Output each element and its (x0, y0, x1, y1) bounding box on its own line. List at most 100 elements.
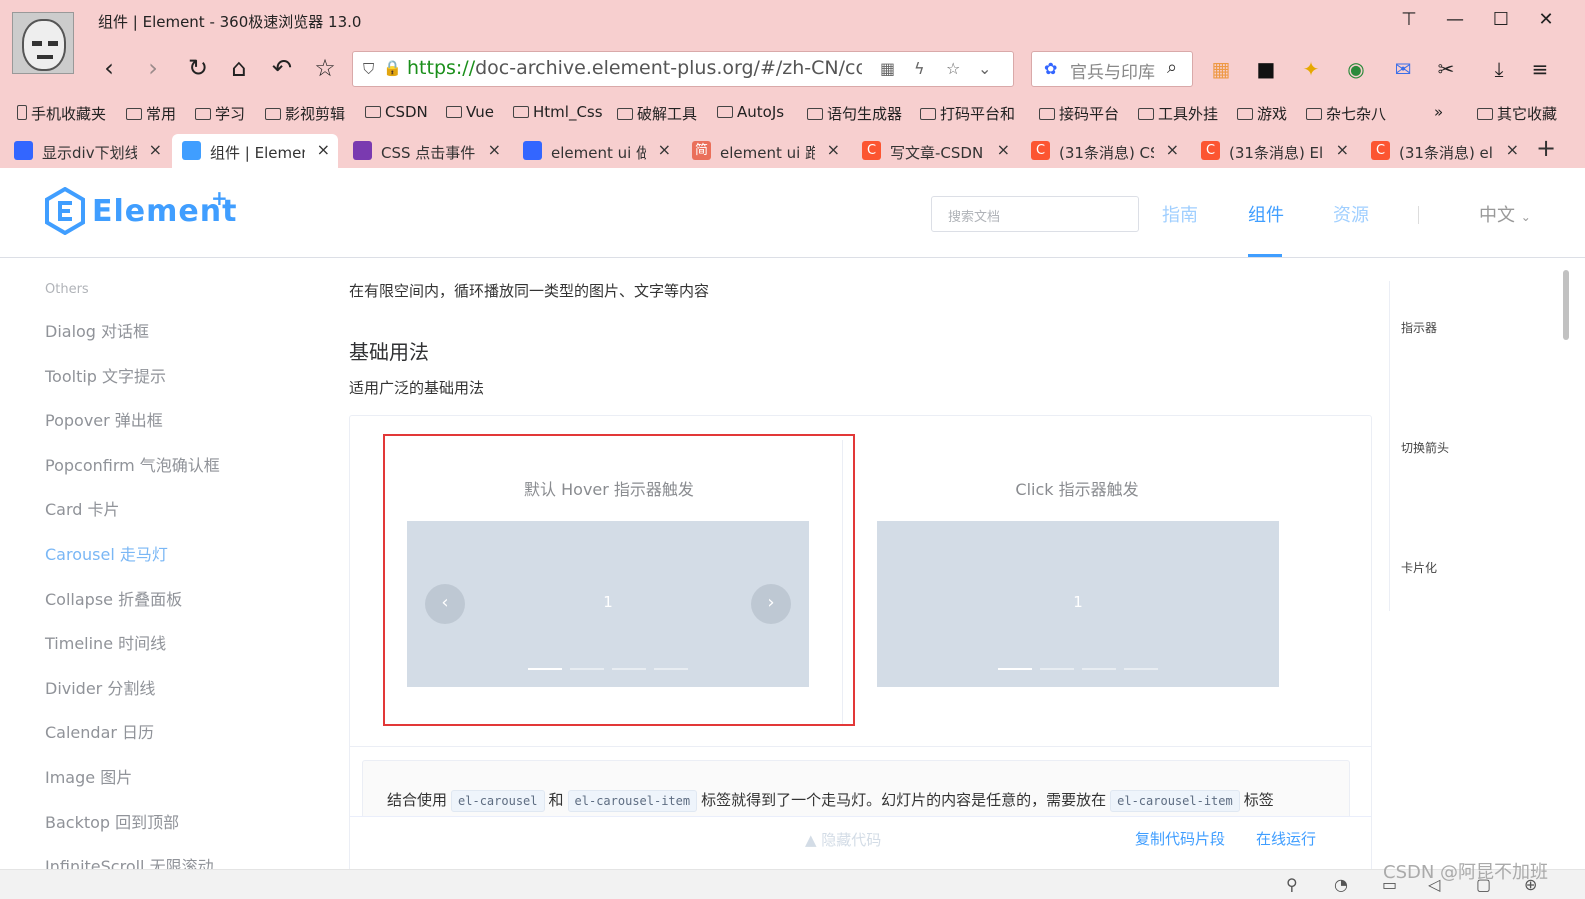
toc-item[interactable]: 切换箭头 (1401, 439, 1449, 456)
browser-search[interactable]: ✿ 官兵与印库 ⌕ (1031, 51, 1193, 87)
sidebar-item[interactable]: Backtop 回到顶部 (45, 809, 179, 833)
new-tab-icon[interactable]: + (1536, 134, 1556, 162)
lightning-icon[interactable]: ϟ (914, 59, 925, 78)
carousel-indicator[interactable] (1040, 668, 1074, 670)
bookmark-item[interactable]: 接码平台 (1039, 103, 1119, 124)
browser-tab[interactable]: C (31条消息) El × (1191, 134, 1357, 168)
sidebar-item[interactable]: Collapse 折叠面板 (45, 586, 182, 610)
bookmark-item[interactable]: 语句生成器 (807, 103, 902, 124)
sidebar-item[interactable]: Tooltip 文字提示 (45, 363, 166, 387)
sidebar-item[interactable]: Dialog 对话框 (45, 318, 149, 342)
sidebar-item[interactable]: Card 卡片 (45, 496, 120, 520)
bookmark-item[interactable]: » (1434, 103, 1443, 121)
tab-close-icon[interactable]: × (1336, 140, 1349, 159)
nav-resources[interactable]: 资源 (1333, 201, 1369, 227)
sidebar-item[interactable]: Image 图片 (45, 764, 132, 788)
sidebar-item[interactable]: Timeline 时间线 (45, 630, 166, 654)
address-bar[interactable]: ⛉ 🔒 https://doc-archive.element-plus.org… (352, 51, 1014, 87)
toc-item[interactable]: 指示器 (1401, 319, 1437, 336)
back-icon[interactable]: ‹ (92, 54, 126, 82)
menu-icon[interactable]: ≡ (1527, 56, 1553, 82)
undo-icon[interactable]: ↶ (265, 54, 299, 82)
carousel-indicator[interactable] (998, 668, 1032, 670)
tab-close-icon[interactable]: × (827, 140, 840, 159)
bookmark-item[interactable]: 其它收藏 (1477, 103, 1557, 124)
speed-icon[interactable]: ◔ (1334, 875, 1348, 894)
reload-icon[interactable]: ↻ (181, 54, 215, 82)
rocket-icon[interactable]: ⚲ (1286, 875, 1298, 894)
element-icon (182, 141, 201, 160)
mail-ext-icon[interactable]: ✉ (1390, 56, 1416, 82)
tab-close-icon[interactable]: × (1166, 140, 1179, 159)
scrollbar-thumb[interactable] (1563, 270, 1569, 340)
browser-tab[interactable]: CSS 点击事件 × (343, 134, 509, 168)
tab-close-icon[interactable]: × (317, 140, 330, 159)
favorite-star-icon[interactable]: ☆ (308, 54, 342, 82)
nav-components[interactable]: 组件 (1248, 201, 1284, 227)
bookmark-item[interactable]: AutoJs (717, 103, 784, 121)
download-icon[interactable]: ⤓ (1486, 56, 1512, 82)
url-text[interactable]: https://doc-archive.element-plus.org/#/z… (407, 57, 862, 79)
toc-item[interactable]: 卡片化 (1401, 559, 1437, 576)
bookmark-item[interactable]: 学习 (195, 103, 245, 124)
browser-tab[interactable]: C (31条消息) CS × (1021, 134, 1187, 168)
sidebar-item[interactable]: Calendar 日历 (45, 719, 154, 743)
csdn-icon: C (1371, 141, 1390, 160)
tab-close-icon[interactable]: × (149, 140, 162, 159)
browser-tab[interactable]: C 写文章-CSDN × (852, 134, 1018, 168)
bookmark-item[interactable]: 常用 (126, 103, 176, 124)
skin-icon[interactable]: ⊤ (1394, 9, 1424, 30)
search-query[interactable]: 官兵与印库 (1070, 58, 1155, 83)
chat-ext-icon[interactable]: ■ (1253, 56, 1279, 82)
minimize-icon[interactable]: — (1440, 9, 1470, 30)
tab-close-icon[interactable]: × (658, 140, 671, 159)
apps-icon[interactable]: ▦ (1208, 56, 1234, 82)
forward-icon[interactable]: › (136, 54, 170, 82)
browser-tab[interactable]: 简 element ui 跑 × (682, 134, 848, 168)
globe-ext-icon[interactable]: ◉ (1343, 56, 1369, 82)
bookmark-item[interactable]: 游戏 (1237, 103, 1287, 124)
carousel-click[interactable]: 1 (877, 521, 1279, 687)
language-select[interactable]: 中文 ⌄ (1479, 201, 1531, 227)
bookmark-item[interactable]: Html_Css (513, 103, 603, 121)
tab-close-icon[interactable]: × (488, 140, 501, 159)
nav-guide[interactable]: 指南 (1162, 201, 1198, 227)
sidebar-item[interactable]: Carousel 走马灯 (45, 541, 168, 565)
maximize-icon[interactable]: ☐ (1486, 9, 1516, 30)
search-icon[interactable]: ⌕ (1167, 57, 1177, 78)
bookmark-item[interactable]: 手机收藏夹 (17, 103, 106, 124)
dropdown-icon[interactable]: ⌄ (978, 59, 991, 78)
browser-tab[interactable]: 显示div下划线 × (4, 134, 170, 168)
carousel-indicator[interactable] (1082, 668, 1116, 670)
bookmark-item[interactable]: Vue (446, 103, 494, 121)
hide-code-button[interactable]: ▲ 隐藏代码 (805, 829, 881, 850)
bookmark-item[interactable]: CSDN (365, 103, 428, 121)
jianshu-icon: 简 (692, 141, 711, 160)
close-window-icon[interactable]: ✕ (1531, 9, 1561, 30)
sidebar-item[interactable]: InfiniteScroll 无限滚动 (45, 853, 214, 869)
pet-ext-icon[interactable]: ✦ (1298, 56, 1324, 82)
browser-tab[interactable]: C (31条消息) el × (1361, 134, 1527, 168)
home-icon[interactable]: ⌂ (222, 54, 256, 82)
tab-close-icon[interactable]: × (1506, 140, 1519, 159)
sidebar-item[interactable]: Divider 分割线 (45, 675, 155, 699)
sidebar-item[interactable]: Popover 弹出框 (45, 407, 163, 431)
browser-tab[interactable]: 组件 | Element × (172, 134, 338, 168)
sidebar-item[interactable]: Popconfirm 气泡确认框 (45, 452, 220, 476)
qr-icon[interactable]: ▦ (880, 59, 895, 78)
copy-code-button[interactable]: 复制代码片段 (1135, 828, 1225, 849)
bookmark-item[interactable]: 打码平台和 (920, 103, 1015, 124)
scissors-icon[interactable]: ✂ (1433, 56, 1459, 82)
element-logo-icon[interactable] (44, 187, 86, 235)
bookmark-item[interactable]: 杂七杂八 (1306, 103, 1386, 124)
doc-search-input[interactable]: 搜索文档 (931, 196, 1139, 232)
browser-tab[interactable]: element ui 做 × (513, 134, 679, 168)
bookmark-item[interactable]: 破解工具 (617, 103, 697, 124)
user-avatar[interactable] (12, 12, 74, 74)
run-online-button[interactable]: 在线运行 (1256, 828, 1316, 849)
bookmark-star-icon[interactable]: ☆ (946, 59, 960, 78)
bookmark-item[interactable]: 影视剪辑 (265, 103, 345, 124)
carousel-indicator[interactable] (1124, 668, 1158, 670)
tab-close-icon[interactable]: × (997, 140, 1010, 159)
bookmark-item[interactable]: 工具外挂 (1138, 103, 1218, 124)
